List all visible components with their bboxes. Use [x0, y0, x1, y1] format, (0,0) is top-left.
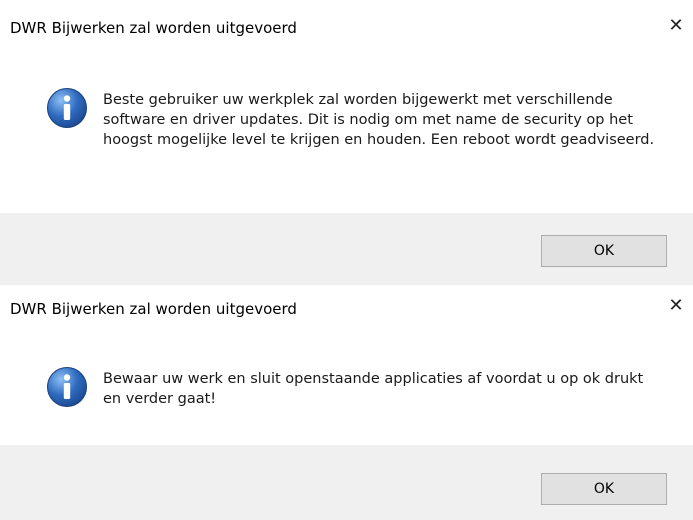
dialog-footer: OK [0, 213, 693, 285]
dialog-footer: OK [0, 445, 693, 520]
message-box-save-work: DWR Bijwerken zal worden uitgevoerd ✕ Be… [0, 285, 693, 520]
dialog-title: DWR Bijwerken zal worden uitgevoerd [10, 19, 297, 37]
ok-button[interactable]: OK [541, 473, 667, 505]
dialog-title: DWR Bijwerken zal worden uitgevoerd [10, 300, 297, 318]
message-box-update-notice: DWR Bijwerken zal worden uitgevoerd ✕ Be… [0, 0, 693, 285]
info-icon [47, 88, 87, 128]
info-icon [47, 367, 87, 407]
close-icon[interactable]: ✕ [667, 297, 685, 315]
close-icon[interactable]: ✕ [667, 17, 685, 35]
dialog-message: Bewaar uw werk en sluit openstaande appl… [103, 371, 644, 407]
ok-button[interactable]: OK [541, 235, 667, 267]
dialog-message: Beste gebruiker uw werkplek zal worden b… [103, 92, 655, 148]
